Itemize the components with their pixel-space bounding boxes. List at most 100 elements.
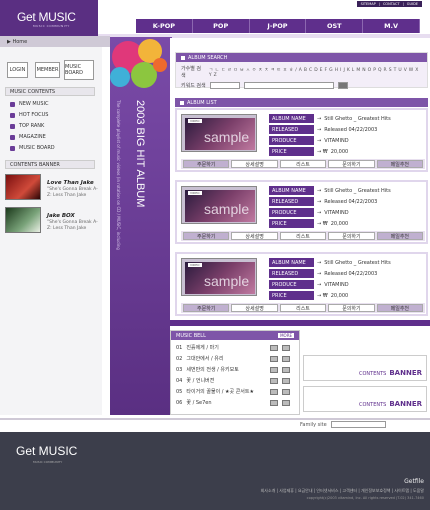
download-icon[interactable] <box>282 399 291 406</box>
nav-jpop[interactable]: J-POP <box>250 19 307 33</box>
banner-desc-2: "She's Gonna Break A-Z: Less Than Jake <box>47 220 98 231</box>
sidebar-item-top-rank[interactable]: TOP RANK <box>10 123 44 129</box>
bell-item[interactable]: 03 세번만의 전생 / 유키모토 <box>176 366 291 373</box>
list-footer-bar <box>170 320 430 326</box>
bell-item[interactable]: 04 꽃 / 언니버젼 <box>176 377 291 384</box>
getfile-logo: Getfile <box>404 478 424 485</box>
sidebar-item-hot-focus[interactable]: HOT FOCUS <box>10 112 48 118</box>
bell-item[interactable]: 05 타이거의 꿀물이 / ★곳 콘서트★ <box>176 388 291 395</box>
detail-button[interactable]: 상세설명 <box>231 160 278 168</box>
play-icon[interactable] <box>270 399 279 406</box>
inquiry-button[interactable]: 문의하기 <box>328 232 375 240</box>
breadcrumb-home[interactable]: ▶ Home <box>0 36 110 47</box>
footer-tagline: MUSIC COMMUNITY <box>33 460 63 464</box>
alpha-index[interactable]: ㄱ ㄴ ㄷ ㄹ ㅁ ㅂ ㅅ ㅇ ㅈ ㅊ ㅋ ㅌ ㅍ ㅎ / A B C D E … <box>209 67 422 78</box>
keyword-category-select[interactable] <box>209 82 240 89</box>
label-album-name: ALBUM NAME <box>269 114 314 123</box>
link-guide[interactable]: GUIDE <box>407 2 418 6</box>
album-thumbnail[interactable]: VIDEO sample <box>181 258 257 296</box>
site-logo[interactable]: Get MUSIC MUSIC COMMUNITY <box>0 0 98 36</box>
order-button[interactable]: 주문하기 <box>183 304 230 312</box>
album-search-header: ALBUM SEARCH <box>176 53 427 62</box>
album-card: VIDEO sample ALBUM NAME → Still Ghetto _ G… <box>175 108 428 172</box>
nav-kpop[interactable]: K-POP <box>136 19 193 33</box>
bell-item[interactable]: 01 진흙에게 / 마기 <box>176 344 291 351</box>
search-go-button[interactable] <box>337 82 348 89</box>
play-icon[interactable] <box>270 355 279 362</box>
sidebar-item-label: NEW MUSIC <box>19 101 49 107</box>
inquiry-button[interactable]: 문의하기 <box>328 160 375 168</box>
album-thumbnail[interactable]: VIDEO sample <box>181 186 257 224</box>
banner-image-2[interactable] <box>5 207 41 233</box>
label-price: PRICE <box>269 147 314 156</box>
bell-item[interactable]: 06 꽃 / Se7en <box>176 399 291 406</box>
family-site-select[interactable] <box>330 421 386 428</box>
nav-mv[interactable]: M.V <box>363 19 420 33</box>
list-button[interactable]: 리스트 <box>279 160 327 168</box>
link-sitemap[interactable]: SITEMAP <box>361 2 376 6</box>
bullet-icon <box>10 101 15 107</box>
inquiry-button[interactable]: 문의하기 <box>328 304 375 312</box>
detail-button[interactable]: 상세설명 <box>231 304 278 312</box>
banner-title-1[interactable]: Love Than Jake <box>47 180 94 186</box>
album-released: → Released 04/22/2003 <box>317 199 378 205</box>
label-produce: PRODUCE <box>269 280 314 289</box>
album-price: → ₩20,000 <box>317 221 349 227</box>
top-bar: SITEMAP | CONTACT | GUIDE <box>98 0 430 18</box>
music-bell-header: MUSIC BELL MORE <box>171 331 299 340</box>
keyword-input[interactable] <box>243 82 334 89</box>
order-button[interactable]: 주문하기 <box>183 160 230 168</box>
list-button[interactable]: 리스트 <box>279 232 327 240</box>
play-icon[interactable] <box>270 388 279 395</box>
mail-recommend-button[interactable]: 메일추천 <box>376 232 424 240</box>
music-board-button[interactable]: MUSIC BOARD <box>64 60 94 80</box>
main-nav: K-POP POP J-POP OST M.V <box>136 19 420 33</box>
member-button[interactable]: MEMBER <box>35 62 60 78</box>
download-icon[interactable] <box>282 377 291 384</box>
bullet-icon <box>180 100 184 105</box>
thumb-watermark: sample <box>204 201 250 217</box>
contents-banner-1[interactable]: CONTENTS BANNER <box>303 355 427 381</box>
footer-links[interactable]: 회사소개 | 사업제휴 | 요금안내 | 인터넷서비스 | 고객센터 | 개인정… <box>261 488 424 494</box>
album-thumbnail[interactable]: VIDEO sample <box>181 114 257 152</box>
banner-image-1[interactable] <box>5 174 41 200</box>
play-icon[interactable] <box>270 366 279 373</box>
album-actions: 주문하기 상세설명 리스트 문의하기 메일추천 <box>181 231 425 241</box>
footer-logo[interactable]: Get MUSIC <box>16 444 77 458</box>
bullet-icon <box>181 55 185 60</box>
download-icon[interactable] <box>282 388 291 395</box>
nav-pop[interactable]: POP <box>193 19 250 33</box>
play-icon[interactable] <box>270 377 279 384</box>
album-actions: 주문하기 상세설명 리스트 문의하기 메일추천 <box>181 303 425 313</box>
login-button[interactable]: LOGIN <box>7 62 28 78</box>
sidebar-item-music-board[interactable]: MUSIC BOARD <box>10 145 55 151</box>
detail-button[interactable]: 상세설명 <box>231 232 278 240</box>
link-contact[interactable]: CONTACT <box>383 2 400 6</box>
more-button[interactable]: MORE <box>278 333 294 338</box>
download-icon[interactable] <box>282 344 291 351</box>
mail-recommend-button[interactable]: 메일추천 <box>376 160 424 168</box>
mail-recommend-button[interactable]: 메일추천 <box>376 304 424 312</box>
footer: Get MUSIC MUSIC COMMUNITY Getfile 회사소개 |… <box>0 432 430 510</box>
sidebar-item-new-music[interactable]: NEW MUSIC <box>10 101 49 107</box>
vertical-title: 2003 BIG HIT ALBUM <box>134 100 146 208</box>
list-button[interactable]: 리스트 <box>279 304 327 312</box>
label-album-name: ALBUM NAME <box>269 186 314 195</box>
contents-banner-2[interactable]: CONTENTS BANNER <box>303 386 427 412</box>
banner-title-2[interactable]: Jake BOX <box>47 213 75 219</box>
play-icon[interactable] <box>270 344 279 351</box>
album-produce: → VITAMIND <box>317 282 349 288</box>
download-icon[interactable] <box>282 366 291 373</box>
download-icon[interactable] <box>282 355 291 362</box>
bell-item[interactable]: 02 그대안에서 / 유리 <box>176 355 291 362</box>
album-search-title: ALBUM SEARCH <box>188 54 228 61</box>
sidebar-item-magazine[interactable]: MAGAZINE <box>10 134 46 140</box>
family-site: Family site <box>300 421 386 428</box>
label-released: RELEASED <box>269 269 314 278</box>
bullet-icon <box>10 123 15 129</box>
nav-ost[interactable]: OST <box>306 19 364 33</box>
order-button[interactable]: 주문하기 <box>183 232 230 240</box>
sidebar-item-label: HOT FOCUS <box>19 112 49 118</box>
sidebar-item-label: MUSIC BOARD <box>19 145 55 151</box>
album-search-panel: ALBUM SEARCH 가수별 검색 ㄱ ㄴ ㄷ ㄹ ㅁ ㅂ ㅅ ㅇ ㅈ ㅊ … <box>175 52 428 89</box>
